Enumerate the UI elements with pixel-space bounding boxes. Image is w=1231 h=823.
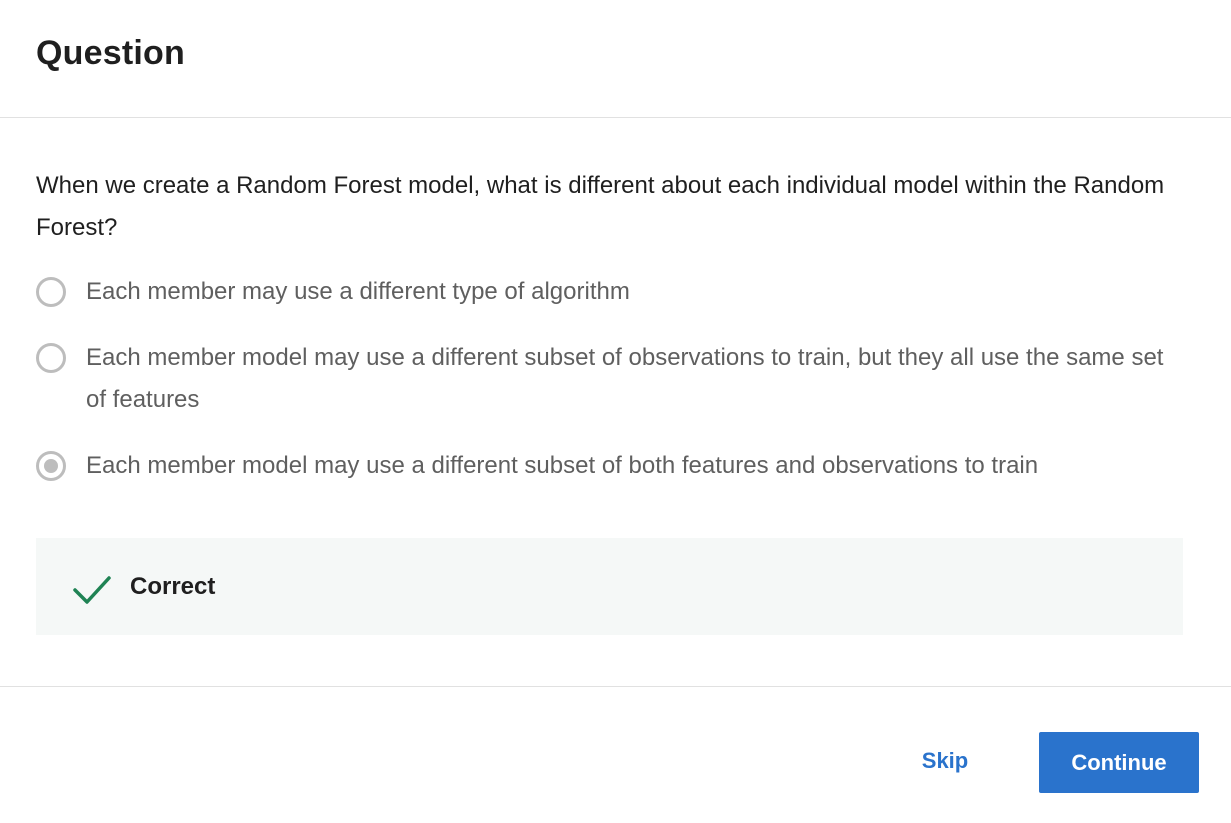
page-title: Question — [36, 34, 185, 72]
feedback-banner: Correct — [36, 538, 1183, 635]
question-modal: Question When we create a Random Forest … — [0, 0, 1231, 823]
answer-option-2[interactable]: Each member model may use a different su… — [36, 343, 1195, 421]
modal-footer: Skip Continue — [0, 686, 1231, 823]
feedback-status: Correct — [130, 572, 216, 600]
answer-option-3[interactable]: Each member model may use a different su… — [36, 451, 1195, 487]
radio-button[interactable] — [36, 277, 66, 307]
check-icon — [72, 574, 112, 606]
question-text: When we create a Random Forest model, wh… — [36, 172, 1165, 241]
continue-button[interactable]: Continue — [1039, 732, 1199, 793]
skip-button[interactable]: Skip — [905, 731, 985, 791]
modal-body: When we create a Random Forest model, wh… — [0, 118, 1231, 635]
answer-option-label: Each member model may use a different su… — [86, 452, 1039, 479]
answer-option-label: Each member model may use a different su… — [86, 344, 1164, 413]
answer-option-1[interactable]: Each member may use a different type of … — [36, 277, 1195, 313]
radio-button-selected[interactable] — [36, 451, 66, 481]
answer-options: Each member may use a different type of … — [36, 277, 1195, 487]
answer-option-label: Each member may use a different type of … — [86, 278, 630, 305]
radio-button[interactable] — [36, 343, 66, 373]
modal-header: Question — [0, 0, 1231, 118]
